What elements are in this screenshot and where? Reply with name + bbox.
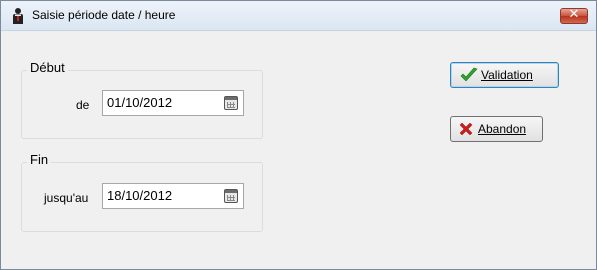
validation-label: Validation (481, 68, 533, 82)
calendar-icon[interactable] (224, 189, 238, 203)
validation-button[interactable]: Validation (450, 62, 559, 88)
close-icon: ✕ (568, 7, 580, 22)
calendar-icon[interactable] (224, 96, 238, 110)
debut-label: de (76, 98, 90, 112)
title-bar[interactable]: Saisie période date / heure ✕ (1, 1, 596, 31)
close-button[interactable]: ✕ (560, 7, 588, 24)
window-title: Saisie période date / heure (32, 8, 176, 22)
fin-date-value: 18/10/2012 (107, 188, 173, 203)
fin-date-input[interactable]: 18/10/2012 (102, 183, 244, 209)
debut-legend: Début (27, 60, 68, 75)
debut-date-input[interactable]: 01/10/2012 (102, 90, 244, 116)
dialog-window: Saisie période date / heure ✕ Début de 0… (0, 0, 597, 270)
cross-icon (459, 122, 473, 136)
fin-legend: Fin (27, 152, 52, 167)
abandon-label: Abandon (478, 122, 527, 136)
fin-label: jusqu'au (44, 191, 89, 205)
person-icon (13, 8, 23, 24)
check-icon (460, 67, 478, 82)
abandon-button[interactable]: Abandon (450, 116, 543, 142)
debut-date-value: 01/10/2012 (107, 95, 173, 110)
